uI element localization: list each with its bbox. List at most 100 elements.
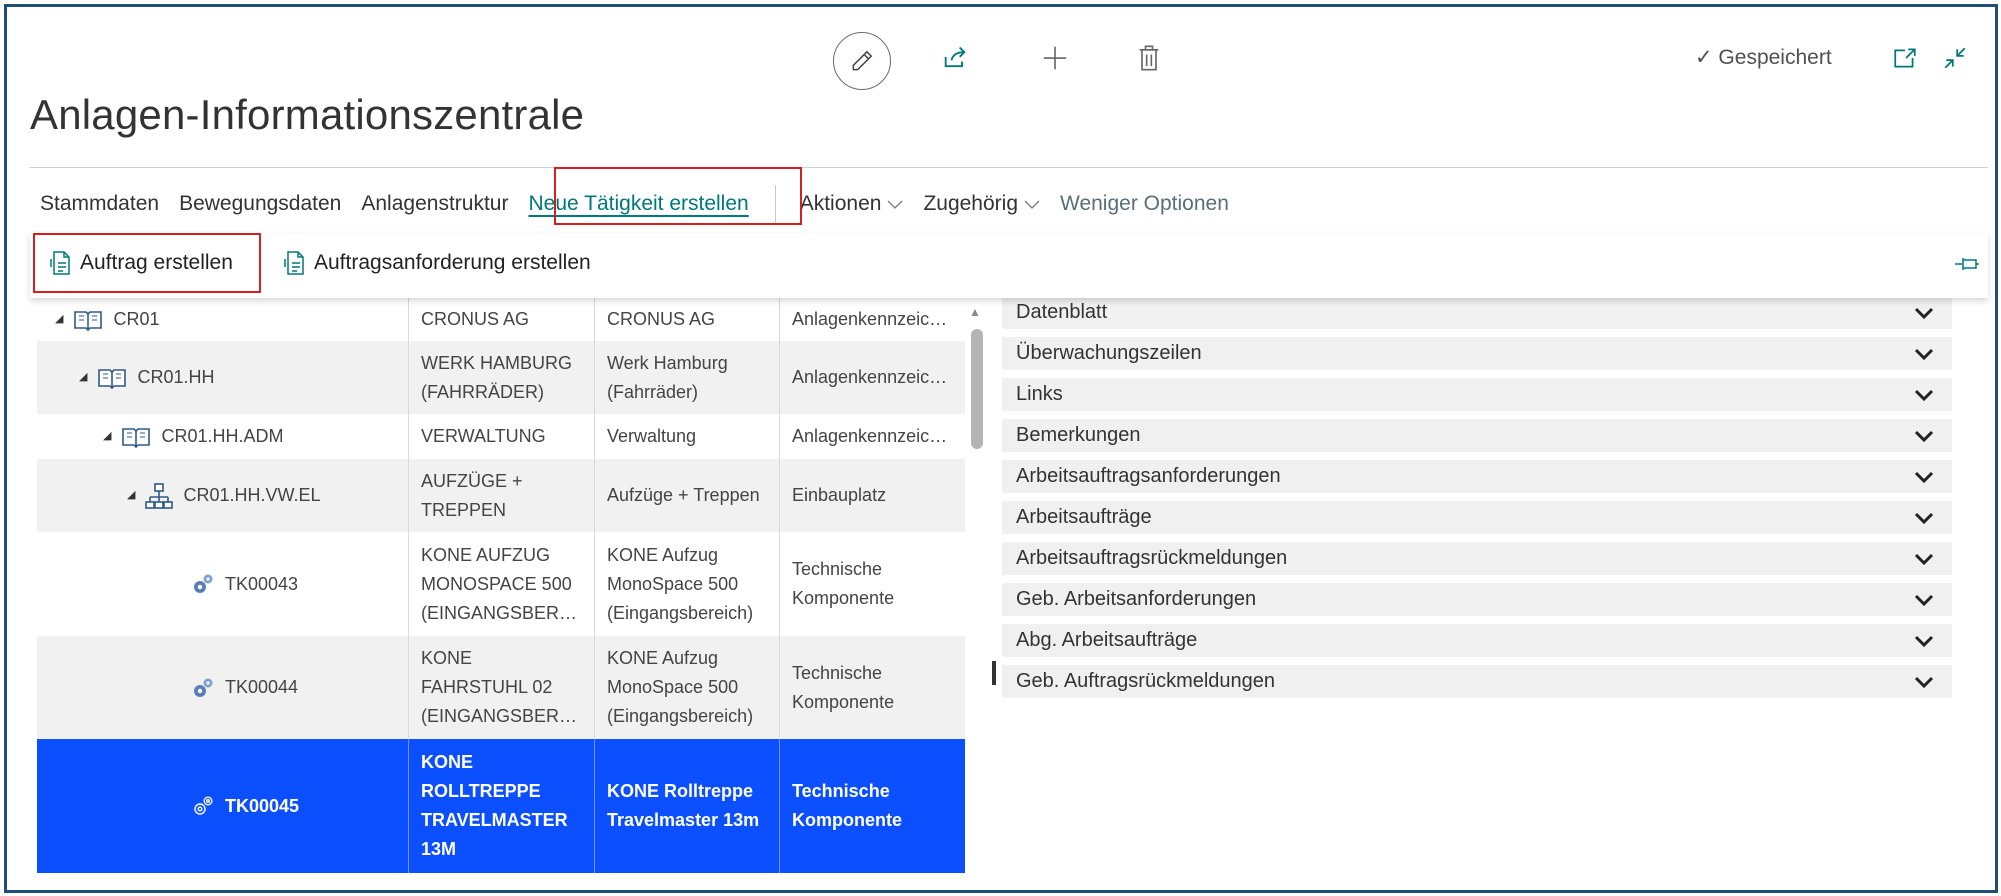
factbox-label: Bemerkungen [1016, 424, 1141, 446]
factbox-geb-arbeitsanforderungen[interactable]: Geb. Arbeitsanforderungen [1002, 583, 1952, 616]
gears-icon [194, 796, 213, 815]
table-row[interactable]: TK00044 KONE FAHRSTUHL 02 (EINGANGSBER… … [37, 636, 965, 739]
expand-triangle-icon[interactable]: ◢ [55, 305, 63, 334]
chevron-down-icon [1914, 348, 1934, 360]
app-frame: ✓ Gespeichert Anlagen-Informationszentra… [4, 4, 1998, 893]
type-cell: Technische Komponente [792, 781, 902, 830]
tree-node: ◢ CR01.HH.VW.EL [49, 481, 321, 510]
tree-cell: TK00045 [37, 739, 409, 873]
factbox-arbeitsauftragsrueckmeldungen[interactable]: Arbeitsauftragsrückmeldungen [1002, 542, 1952, 575]
factbox-label: Abg. Arbeitsaufträge [1016, 629, 1198, 651]
factbox-ueberwachungszeilen[interactable]: Überwachungszeilen [1002, 337, 1952, 370]
edit-icon [852, 50, 873, 71]
factbox-label: Geb. Auftragsrückmeldungen [1016, 670, 1276, 692]
name-cell: KONE ROLLTREPPE TRAVELMASTER 13M [409, 739, 595, 873]
edit-button[interactable] [833, 32, 891, 90]
new-button[interactable] [1037, 40, 1073, 76]
chevron-down-icon [1914, 594, 1934, 606]
tree-node: ◢ CR01 [49, 305, 160, 334]
asset-code[interactable]: CR01 [113, 305, 159, 334]
factbox-geb-auftragsrueckmeldungen[interactable]: Geb. Auftragsrückmeldungen [1002, 665, 1952, 698]
description-cell: KONE Rolltreppe Travelmaster 13m [595, 739, 780, 873]
chevron-down-icon [1914, 389, 1934, 401]
factbox-label: Datenblatt [1016, 301, 1108, 323]
table-row-selected[interactable]: TK00045 KONE ROLLTREPPE TRAVELMASTER 13M… [37, 739, 965, 873]
pin-icon [1955, 258, 1979, 270]
tree-cell: ◢ CR01.HH.ADM [37, 414, 409, 459]
tree-cell: ◢ CR01 [37, 298, 409, 341]
menu-item-aktionen-label: Aktionen [799, 192, 882, 215]
gears-icon [194, 574, 213, 593]
tree-node: ◢ CR01.HH.ADM [49, 422, 284, 451]
menu-item-zugehoerig[interactable]: Zugehörig [913, 192, 1050, 216]
menu-item-weniger-optionen[interactable]: Weniger Optionen [1050, 192, 1239, 216]
menu-item-anlagenstruktur[interactable]: Anlagenstruktur [351, 192, 518, 216]
description-cell: Verwaltung [595, 414, 780, 459]
factbox-label: Arbeitsauftragsanforderungen [1016, 465, 1281, 487]
pin-button[interactable] [1954, 255, 1980, 278]
factbox-label: Überwachungszeilen [1016, 342, 1202, 364]
pane-splitter[interactable] [992, 661, 996, 685]
tree-cell: ◢ CR01.HH [37, 341, 409, 414]
expand-triangle-icon[interactable]: ◢ [103, 422, 111, 451]
asset-code[interactable]: TK00044 [225, 673, 298, 702]
type-cell: Anlagenkennzeic… [792, 426, 948, 446]
tree-node: TK00045 [49, 792, 299, 821]
gears-icon [194, 678, 213, 697]
open-new-window-icon [1894, 48, 1916, 68]
table-row[interactable]: ◢ CR01 CRONUS AG CRONUS AG Anlagenkennze… [37, 298, 965, 341]
tree-node: TK00044 [49, 673, 298, 702]
book-icon [122, 427, 151, 448]
asset-code[interactable]: CR01.HH [137, 363, 214, 392]
type-cell: Technische Komponente [792, 559, 895, 608]
expand-triangle-icon[interactable]: ◢ [127, 481, 135, 510]
name-cell: CRONUS AG [409, 298, 595, 341]
description-cell: Aufzüge + Treppen [595, 459, 780, 532]
table-row[interactable]: ◢ CR01.HH.VW.EL AUFZÜGE + TREPPEN Aufzüg… [37, 459, 965, 532]
asset-code[interactable]: CR01.HH.ADM [161, 422, 283, 451]
share-button[interactable] [937, 40, 973, 76]
description-cell: Werk Hamburg (Fahrräder) [595, 341, 780, 414]
delete-button[interactable] [1131, 40, 1167, 76]
delete-icon [1139, 45, 1159, 71]
scroll-up-icon[interactable]: ▲ [969, 305, 981, 319]
saved-status: ✓ Gespeichert [1695, 45, 1832, 70]
asset-code[interactable]: TK00045 [225, 792, 299, 821]
chevron-down-icon [1914, 635, 1934, 647]
highlight-box-menu [554, 167, 802, 225]
tree-cell: ◢ CR01.HH.VW.EL [37, 459, 409, 532]
menu-item-aktionen[interactable]: Aktionen [790, 192, 914, 216]
action-bar: Auftrag erstellen Auftragsanforderung er… [30, 233, 1988, 298]
chevron-down-icon [887, 200, 903, 209]
collapse-button[interactable] [1937, 40, 1973, 76]
menu-item-stammdaten[interactable]: Stammdaten [30, 192, 169, 216]
factbox-links[interactable]: Links [1002, 378, 1952, 411]
factbox-bemerkungen[interactable]: Bemerkungen [1002, 419, 1952, 452]
menu-item-bewegungsdaten[interactable]: Bewegungsdaten [169, 192, 351, 216]
open-new-window-button[interactable] [1887, 40, 1923, 76]
factbox-arbeitsauftraege[interactable]: Arbeitsaufträge [1002, 501, 1952, 534]
auftragsanforderung-erstellen-button[interactable]: Auftragsanforderung erstellen [284, 251, 591, 275]
factbox-arbeitsauftragsanforderungen[interactable]: Arbeitsauftragsanforderungen [1002, 460, 1952, 493]
chevron-down-icon [1914, 307, 1934, 319]
book-icon [74, 310, 103, 331]
collapse-icon [1944, 47, 1966, 69]
factbox-abg-arbeitsauftraege[interactable]: Abg. Arbeitsaufträge [1002, 624, 1952, 657]
type-cell: Einbauplatz [792, 485, 887, 505]
chevron-down-icon [1914, 512, 1934, 524]
asset-grid: ◢ CR01 CRONUS AG CRONUS AG Anlagenkennze… [37, 298, 965, 882]
table-row[interactable]: TK00043 KONE AUFZUG MONOSPACE 500 (EINGA… [37, 532, 965, 636]
asset-code[interactable]: TK00043 [225, 570, 298, 599]
factbox-datenblatt[interactable]: Datenblatt [1002, 296, 1952, 329]
tree-node: ◢ CR01.HH [49, 363, 215, 392]
name-cell: AUFZÜGE + TREPPEN [409, 459, 595, 532]
asset-code[interactable]: CR01.HH.VW.EL [183, 481, 320, 510]
table-row[interactable]: ◢ CR01.HH WERK HAMBURG (FAHRRÄDER) Werk … [37, 341, 965, 414]
scrollbar-thumb[interactable] [971, 329, 983, 449]
type-cell: Technische Komponente [792, 662, 895, 712]
book-icon [98, 368, 127, 389]
table-row[interactable]: ◢ CR01.HH.ADM VERWALTUNG Verwaltung Anla… [37, 414, 965, 459]
expand-triangle-icon[interactable]: ◢ [79, 363, 87, 392]
chevron-down-icon [1914, 430, 1934, 442]
title-divider [30, 167, 1988, 168]
